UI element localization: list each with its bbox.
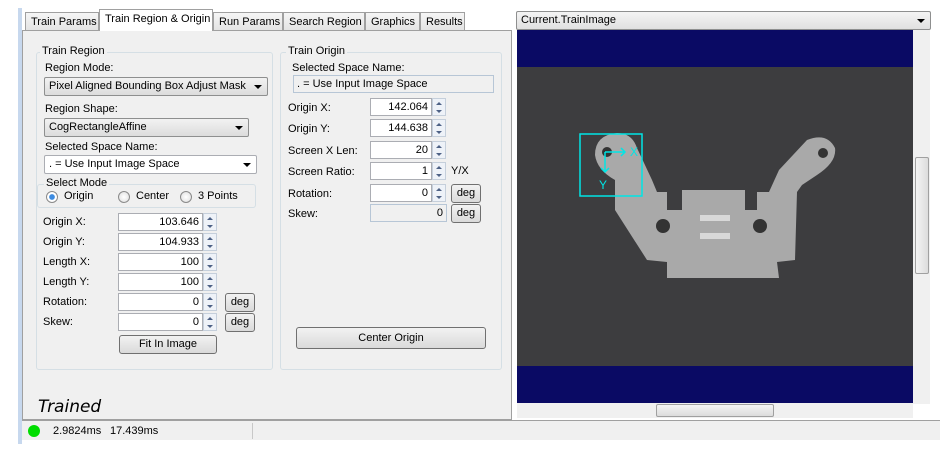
spinner-icon[interactable] — [203, 253, 217, 271]
origin-field-input[interactable]: 0 — [370, 184, 432, 202]
train-image: X Y — [517, 67, 913, 366]
spinner-icon[interactable] — [203, 313, 217, 331]
radio-origin[interactable] — [46, 191, 58, 203]
region-field-input[interactable]: 103.646 — [118, 213, 203, 231]
spinner-icon[interactable] — [432, 98, 446, 116]
origin-field-input[interactable]: 1 — [370, 162, 432, 180]
origin-space-label: Selected Space Name: — [292, 62, 405, 74]
train-origin-title: Train Origin — [286, 45, 348, 57]
deg-button[interactable]: deg — [225, 313, 255, 332]
region-field-label: Length X: — [43, 256, 91, 268]
origin-field-label: Screen Ratio: — [288, 166, 355, 178]
region-field-input[interactable]: 100 — [118, 273, 203, 291]
spinner-icon[interactable] — [203, 233, 217, 251]
origin-field-label: Screen X Len: — [288, 145, 358, 157]
chevron-down-icon — [917, 19, 925, 23]
region-shape-dropdown[interactable]: CogRectangleAffine — [44, 118, 249, 137]
origin-field-label: Origin X: — [288, 102, 331, 114]
train-region-title: Train Region — [40, 45, 107, 57]
region-field-label: Origin Y: — [43, 236, 85, 248]
spinner-icon[interactable] — [432, 141, 446, 159]
chevron-down-icon — [254, 85, 262, 89]
horizontal-scrollbar[interactable] — [517, 403, 913, 418]
trained-status-text: Trained — [38, 397, 102, 417]
tab-results[interactable]: Results — [420, 12, 465, 31]
region-field-label: Rotation: — [43, 296, 88, 308]
vertical-scroll-thumb[interactable] — [915, 157, 929, 274]
chevron-down-icon — [243, 163, 251, 167]
spinner-icon[interactable] — [203, 293, 217, 311]
time-1: 2.9824ms — [53, 425, 102, 437]
status-bar: 2.9824ms 17.439ms — [22, 420, 940, 440]
region-mode-dropdown[interactable]: Pixel Aligned Bounding Box Adjust Mask — [44, 77, 268, 96]
fit-in-image-button[interactable]: Fit In Image — [119, 335, 217, 354]
center-origin-button[interactable]: Center Origin — [296, 327, 486, 349]
deg-button[interactable]: deg — [451, 184, 481, 203]
origin-field-label: Origin Y: — [288, 123, 330, 135]
region-field-input[interactable]: 0 — [118, 313, 203, 331]
axis-x-label: X — [630, 145, 638, 159]
space-name-value: . = Use Input Image Space — [49, 158, 180, 170]
region-field-input[interactable]: 100 — [118, 253, 203, 271]
space-name-label: Selected Space Name: — [45, 141, 158, 153]
horizontal-scroll-thumb[interactable] — [656, 404, 774, 417]
origin-field-label: Skew: — [288, 208, 318, 220]
axis-y-label: Y — [599, 178, 607, 192]
spinner-icon[interactable] — [432, 119, 446, 137]
origin-field-input[interactable]: 144.638 — [370, 119, 432, 137]
tab-train-params[interactable]: Train Params — [25, 12, 99, 31]
image-selector-dropdown[interactable]: Current.TrainImage — [516, 11, 931, 30]
region-field-label: Skew: — [43, 316, 73, 328]
region-field-input[interactable]: 0 — [118, 293, 203, 311]
divider — [252, 423, 253, 439]
origin-space-field: . = Use Input Image Space — [293, 75, 494, 93]
origin-field-input[interactable]: 20 — [370, 141, 432, 159]
region-field-label: Length Y: — [43, 276, 90, 288]
radio-3-points[interactable] — [180, 191, 192, 203]
radio-center-label: Center — [136, 190, 170, 202]
vertical-scrollbar[interactable] — [913, 30, 930, 404]
radio-center[interactable] — [118, 191, 130, 203]
space-name-dropdown[interactable]: . = Use Input Image Space — [44, 155, 257, 174]
time-2: 17.439ms — [110, 425, 159, 437]
radio-origin-label: Origin — [64, 190, 94, 202]
origin-field-input: 0 — [370, 204, 447, 222]
ratio-suffix: Y/X — [451, 165, 469, 177]
spinner-icon[interactable] — [432, 184, 446, 202]
region-shape-value: CogRectangleAffine — [49, 121, 147, 133]
tab-run-params[interactable]: Run Params — [213, 12, 283, 31]
region-mode-label: Region Mode: — [45, 62, 114, 74]
chevron-down-icon — [235, 126, 243, 130]
origin-field-input[interactable]: 142.064 — [370, 98, 432, 116]
tab-search-region[interactable]: Search Region — [283, 12, 365, 31]
deg-button[interactable]: deg — [225, 293, 255, 312]
select-mode-title: Select Mode — [44, 177, 110, 189]
status-indicator-icon — [28, 425, 40, 437]
region-field-input[interactable]: 104.933 — [118, 233, 203, 251]
region-mode-value: Pixel Aligned Bounding Box Adjust Mask — [49, 80, 246, 92]
image-selector-value: Current.TrainImage — [521, 14, 616, 26]
image-display[interactable]: X Y — [517, 30, 913, 403]
origin-field-label: Rotation: — [288, 188, 333, 200]
tab-train-region-origin[interactable]: Train Region & Origin — [99, 9, 213, 31]
spinner-icon[interactable] — [203, 213, 217, 231]
spinner-icon[interactable] — [203, 273, 217, 291]
tab-graphics[interactable]: Graphics — [365, 12, 420, 31]
radio-3-points-label: 3 Points — [198, 190, 238, 202]
spinner-icon[interactable] — [432, 162, 446, 180]
region-field-label: Origin X: — [43, 216, 86, 228]
deg-button[interactable]: deg — [451, 204, 481, 223]
region-shape-label: Region Shape: — [45, 103, 118, 115]
